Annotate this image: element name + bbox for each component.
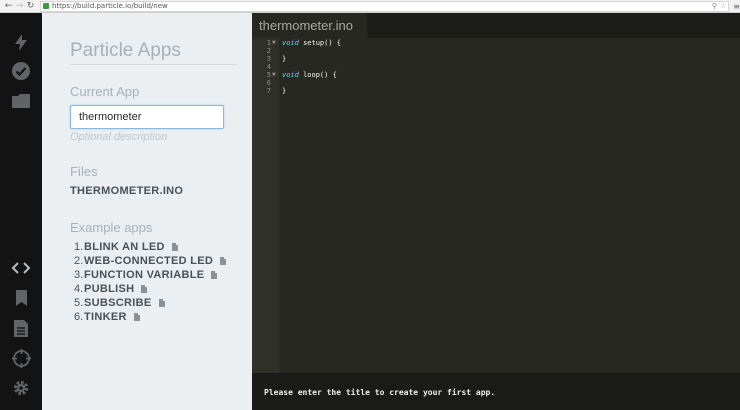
- line-number: 1: [266, 39, 271, 47]
- line-number: 7: [266, 87, 271, 95]
- example-web-connected-led[interactable]: 2. WEB-CONNECTED LED: [74, 254, 227, 268]
- bookmark-star-icon[interactable]: ☆: [720, 2, 726, 10]
- code-line: void setup() {: [282, 39, 342, 47]
- panel-title: Particle Apps: [70, 40, 181, 61]
- verify-icon[interactable]: [0, 62, 42, 80]
- example-apps-list: 1. BLINK AN LED 2. WEB-CONNECTED LED 3. …: [74, 240, 227, 324]
- document-icon: [141, 285, 148, 293]
- code-line: }: [282, 87, 287, 95]
- icon-rail: [0, 13, 42, 410]
- example-function-variable[interactable]: 3. FUNCTION VARIABLE: [74, 268, 226, 282]
- code-icon[interactable]: [0, 260, 42, 276]
- document-icon: [211, 271, 218, 279]
- line-gutter: 1 ▼ 2 3 4 5 ▼ 6 7: [252, 38, 279, 373]
- examples-label: Example apps: [70, 220, 153, 235]
- file-item-thermometer[interactable]: THERMOMETER.INO: [70, 185, 183, 197]
- tab-strip: thermometer.ino: [252, 13, 740, 38]
- zoom-icon[interactable]: ⚲: [712, 2, 717, 10]
- document-icon: [220, 257, 227, 265]
- code-text-area[interactable]: void setup() { } void loop() { }: [279, 38, 740, 373]
- line-number: 4: [266, 63, 271, 71]
- line-number: 6: [266, 79, 271, 87]
- line-number: 5: [266, 71, 271, 79]
- browser-toolbar: ← → ↻ https://build.particle.io/build/ne…: [0, 0, 740, 13]
- docs-icon[interactable]: [0, 319, 42, 337]
- status-bar: Please enter the title to create your fi…: [252, 373, 740, 410]
- lock-icon: [42, 3, 49, 9]
- folder-icon[interactable]: [0, 93, 42, 109]
- flash-icon[interactable]: [0, 33, 42, 51]
- forward-arrow-icon[interactable]: →: [14, 1, 25, 12]
- line-number: 2: [266, 47, 271, 55]
- example-blink-an-led[interactable]: 1. BLINK AN LED: [74, 240, 226, 254]
- browser-menu-icon[interactable]: ≡: [733, 2, 740, 11]
- code-editor: thermometer.ino 1 ▼ 2 3 4 5 ▼ 6 7 void s…: [252, 13, 740, 410]
- files-label: Files: [70, 164, 98, 179]
- divider: [70, 64, 238, 65]
- example-subscribe[interactable]: 5. SUBSCRIBE: [74, 296, 226, 310]
- status-message: Please enter the title to create your fi…: [264, 388, 496, 397]
- document-icon: [158, 299, 165, 307]
- document-icon: [133, 313, 140, 321]
- tab-thermometer-ino[interactable]: thermometer.ino: [252, 13, 367, 38]
- line-number: 3: [266, 55, 271, 63]
- code-line: }: [282, 55, 287, 63]
- apps-panel: Particle Apps Current App Files THERMOME…: [42, 13, 252, 410]
- current-app-label: Current App: [70, 84, 140, 99]
- libraries-icon[interactable]: [0, 289, 42, 307]
- address-bar[interactable]: https://build.particle.io/build/new ⚲ ☆: [39, 0, 730, 12]
- document-icon: [171, 243, 178, 251]
- app-name-input[interactable]: [70, 105, 224, 129]
- fold-arrow-icon[interactable]: ▼: [272, 71, 276, 79]
- url-text: https://build.particle.io/build/new: [51, 2, 168, 10]
- description-input[interactable]: [70, 129, 238, 144]
- devices-icon[interactable]: [0, 348, 42, 368]
- example-publish[interactable]: 4. PUBLISH: [74, 282, 226, 296]
- fold-arrow-icon[interactable]: ▼: [272, 39, 276, 47]
- code-line: void loop() {: [282, 71, 337, 79]
- back-arrow-icon[interactable]: ←: [3, 1, 14, 12]
- settings-icon[interactable]: [0, 378, 42, 398]
- example-tinker[interactable]: 6. TINKER: [74, 310, 226, 324]
- reload-icon[interactable]: ↻: [25, 1, 36, 12]
